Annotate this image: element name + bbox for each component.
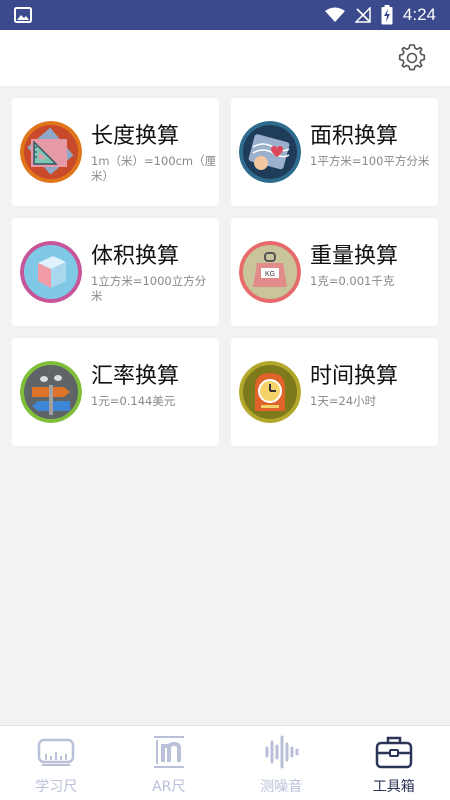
no-signal-icon [354, 7, 371, 23]
sound-wave-icon [265, 735, 299, 769]
card-desc: 1天=24小时 [310, 394, 377, 408]
tab-label: 工具箱 [372, 779, 415, 795]
ar-ruler-icon [153, 736, 184, 768]
card-desc: 1平方米=100平方分米 [310, 154, 430, 168]
tab-toolbox[interactable]: 工具箱 [338, 726, 450, 800]
gear-icon[interactable] [396, 42, 428, 74]
tab-study-ruler[interactable]: 学习尺 [0, 726, 113, 800]
card-time[interactable]: 时间换算 1天=24小时 [231, 338, 438, 446]
card-title: 重量换算 [310, 244, 399, 269]
status-time: 4:24 [402, 5, 436, 24]
bottom-nav: 学习尺 AR尺 测噪音 工具箱 [0, 725, 450, 800]
card-desc: 1立方米=1000立方分米 [91, 274, 207, 303]
tab-noise[interactable]: 测噪音 [225, 726, 338, 800]
card-exchange[interactable]: 汇率换算 1元=0.144美元 [12, 338, 219, 446]
card-desc: 1克=0.001千克 [310, 274, 395, 288]
area-map-icon [239, 121, 301, 183]
wifi-icon [324, 7, 345, 22]
card-title: 长度换算 [91, 124, 180, 149]
card-title: 汇率换算 [91, 364, 180, 389]
exchange-icon [20, 361, 82, 423]
cube-icon [20, 241, 82, 303]
tab-label: AR尺 [152, 779, 186, 795]
toolbox-icon [375, 736, 412, 769]
card-volume[interactable]: 体积换算 1立方米=1000立方分米 [12, 218, 219, 326]
weight-icon: KG [239, 241, 301, 303]
status-bar: 4:24 [0, 0, 450, 30]
card-desc: 1m（米）=100cm（厘米） [91, 154, 217, 183]
ruler-tab-icon [38, 738, 75, 766]
ruler-icon [20, 121, 82, 183]
app-header [0, 30, 450, 86]
card-length[interactable]: 长度换算 1m（米）=100cm（厘米） [12, 98, 219, 206]
card-title: 时间换算 [310, 364, 399, 389]
card-area[interactable]: 面积换算 1平方米=100平方分米 [231, 98, 438, 206]
image-icon [14, 7, 32, 23]
card-weight[interactable]: KG 重量换算 1克=0.001千克 [231, 218, 438, 326]
tab-ar-ruler[interactable]: AR尺 [113, 726, 226, 800]
svg-text:KG: KG [265, 271, 275, 278]
card-title: 体积换算 [91, 244, 180, 269]
card-title: 面积换算 [310, 124, 399, 149]
tab-label: 测噪音 [260, 779, 303, 795]
clock-icon [239, 361, 301, 423]
card-desc: 1元=0.144美元 [91, 394, 176, 408]
tab-label: 学习尺 [35, 779, 78, 795]
battery-charging-icon [381, 5, 393, 25]
